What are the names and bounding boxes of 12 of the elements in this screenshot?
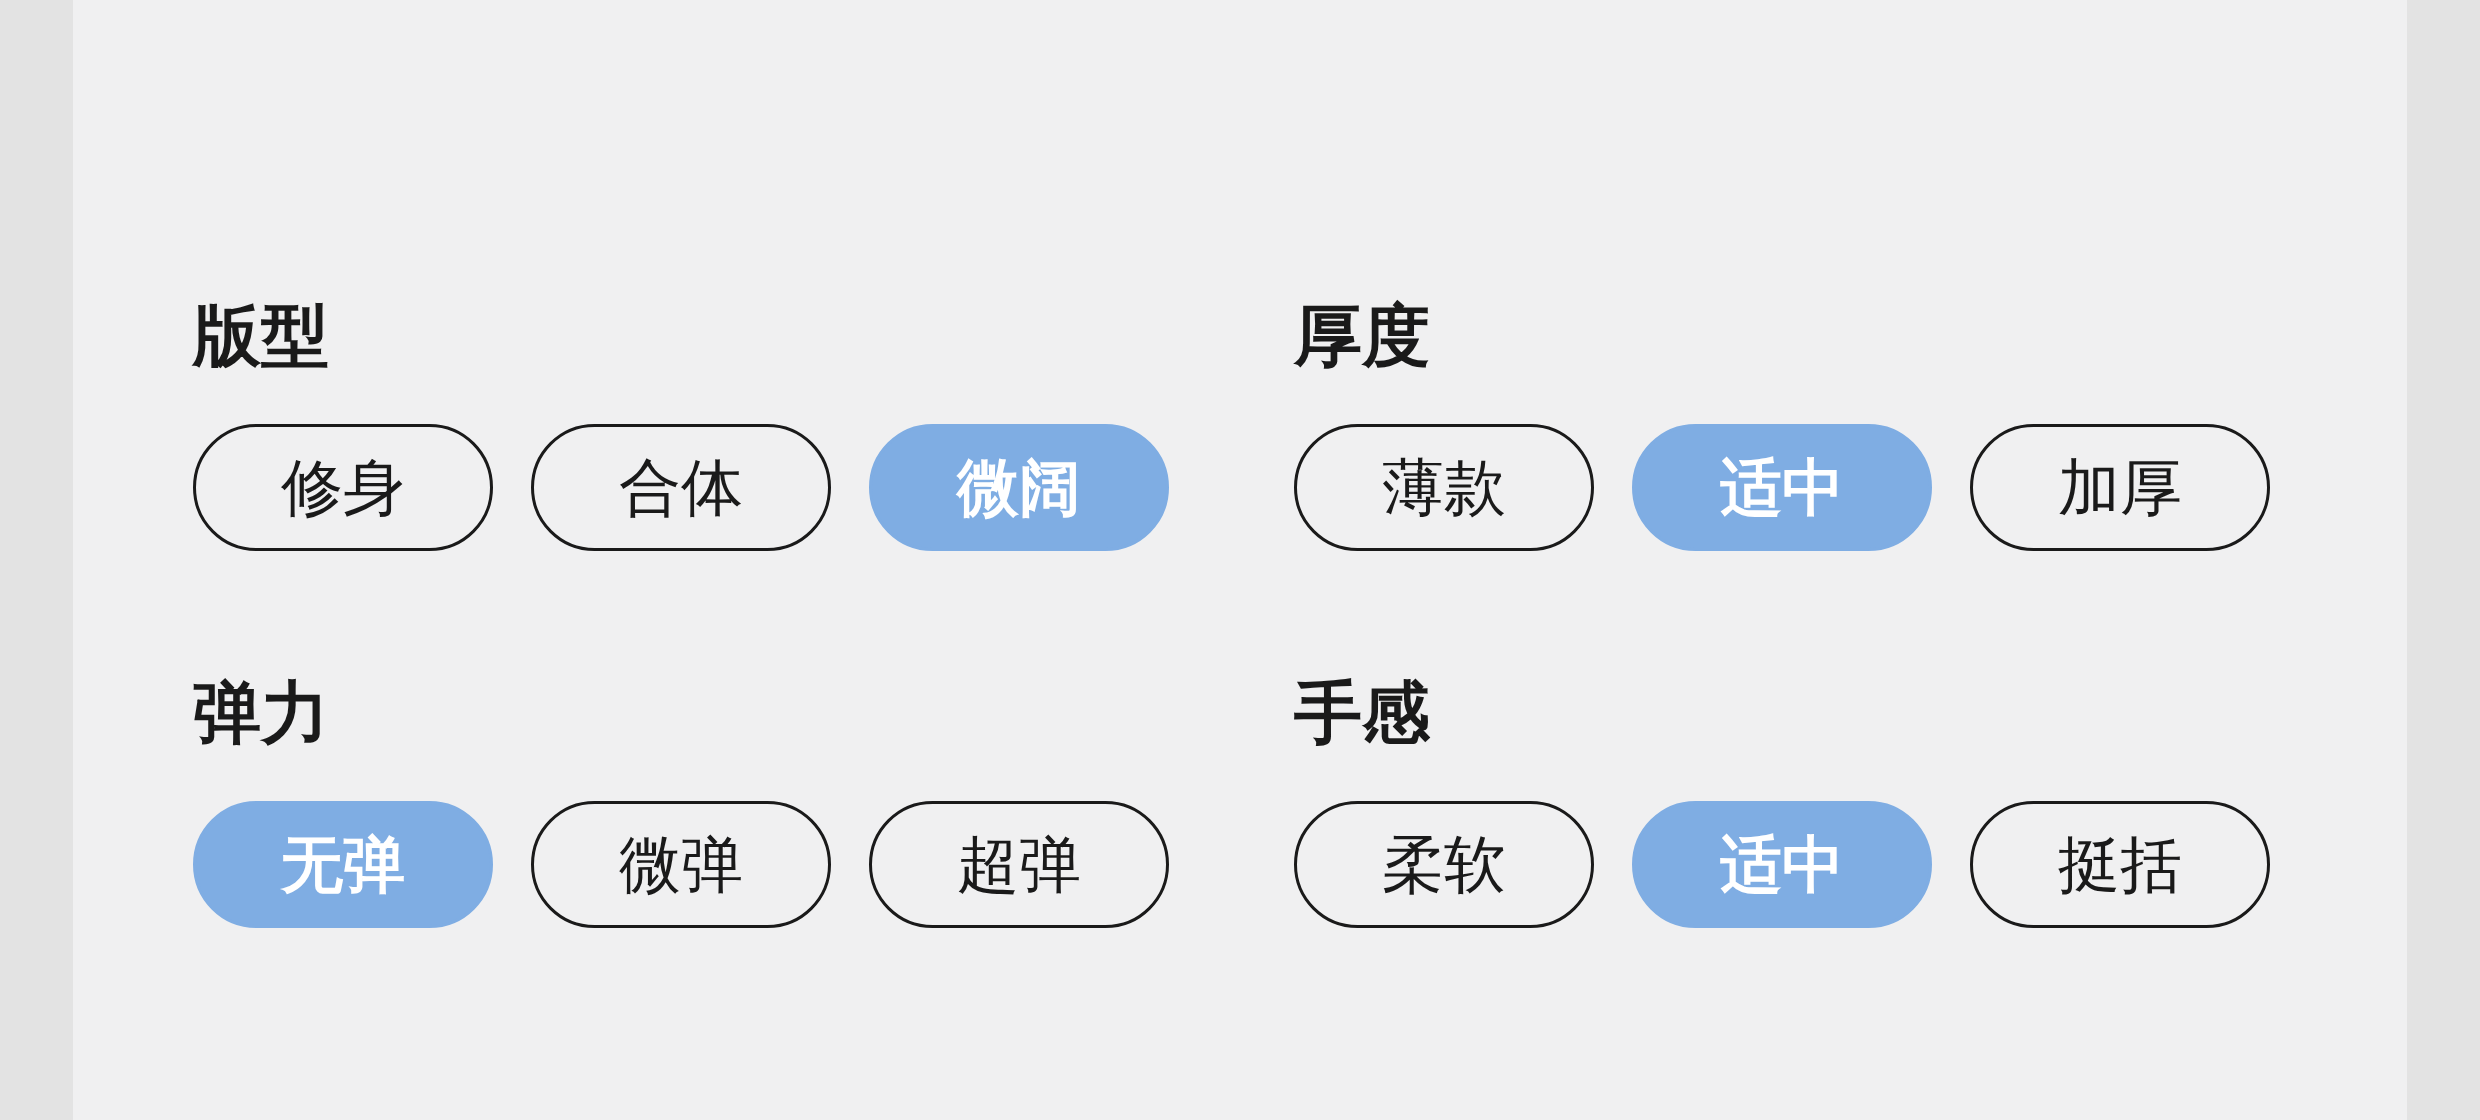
section-heading: 手感 [1294,679,1430,747]
section-heading: 弹力 [193,679,329,747]
section-heading: 厚度 [1294,302,1430,370]
option-chip[interactable]: 修身 [193,424,493,551]
option-chip[interactable]: 加厚 [1970,424,2270,551]
option-chip[interactable]: 微弹 [531,801,831,928]
option-chip[interactable]: 超弹 [869,801,1169,928]
option-chip[interactable]: 薄款 [1294,424,1594,551]
option-chip[interactable]: 柔软 [1294,801,1594,928]
section-heading: 版型 [193,302,329,370]
option-chip[interactable]: 合体 [531,424,831,551]
option-chip[interactable]: 挺括 [1970,801,2270,928]
